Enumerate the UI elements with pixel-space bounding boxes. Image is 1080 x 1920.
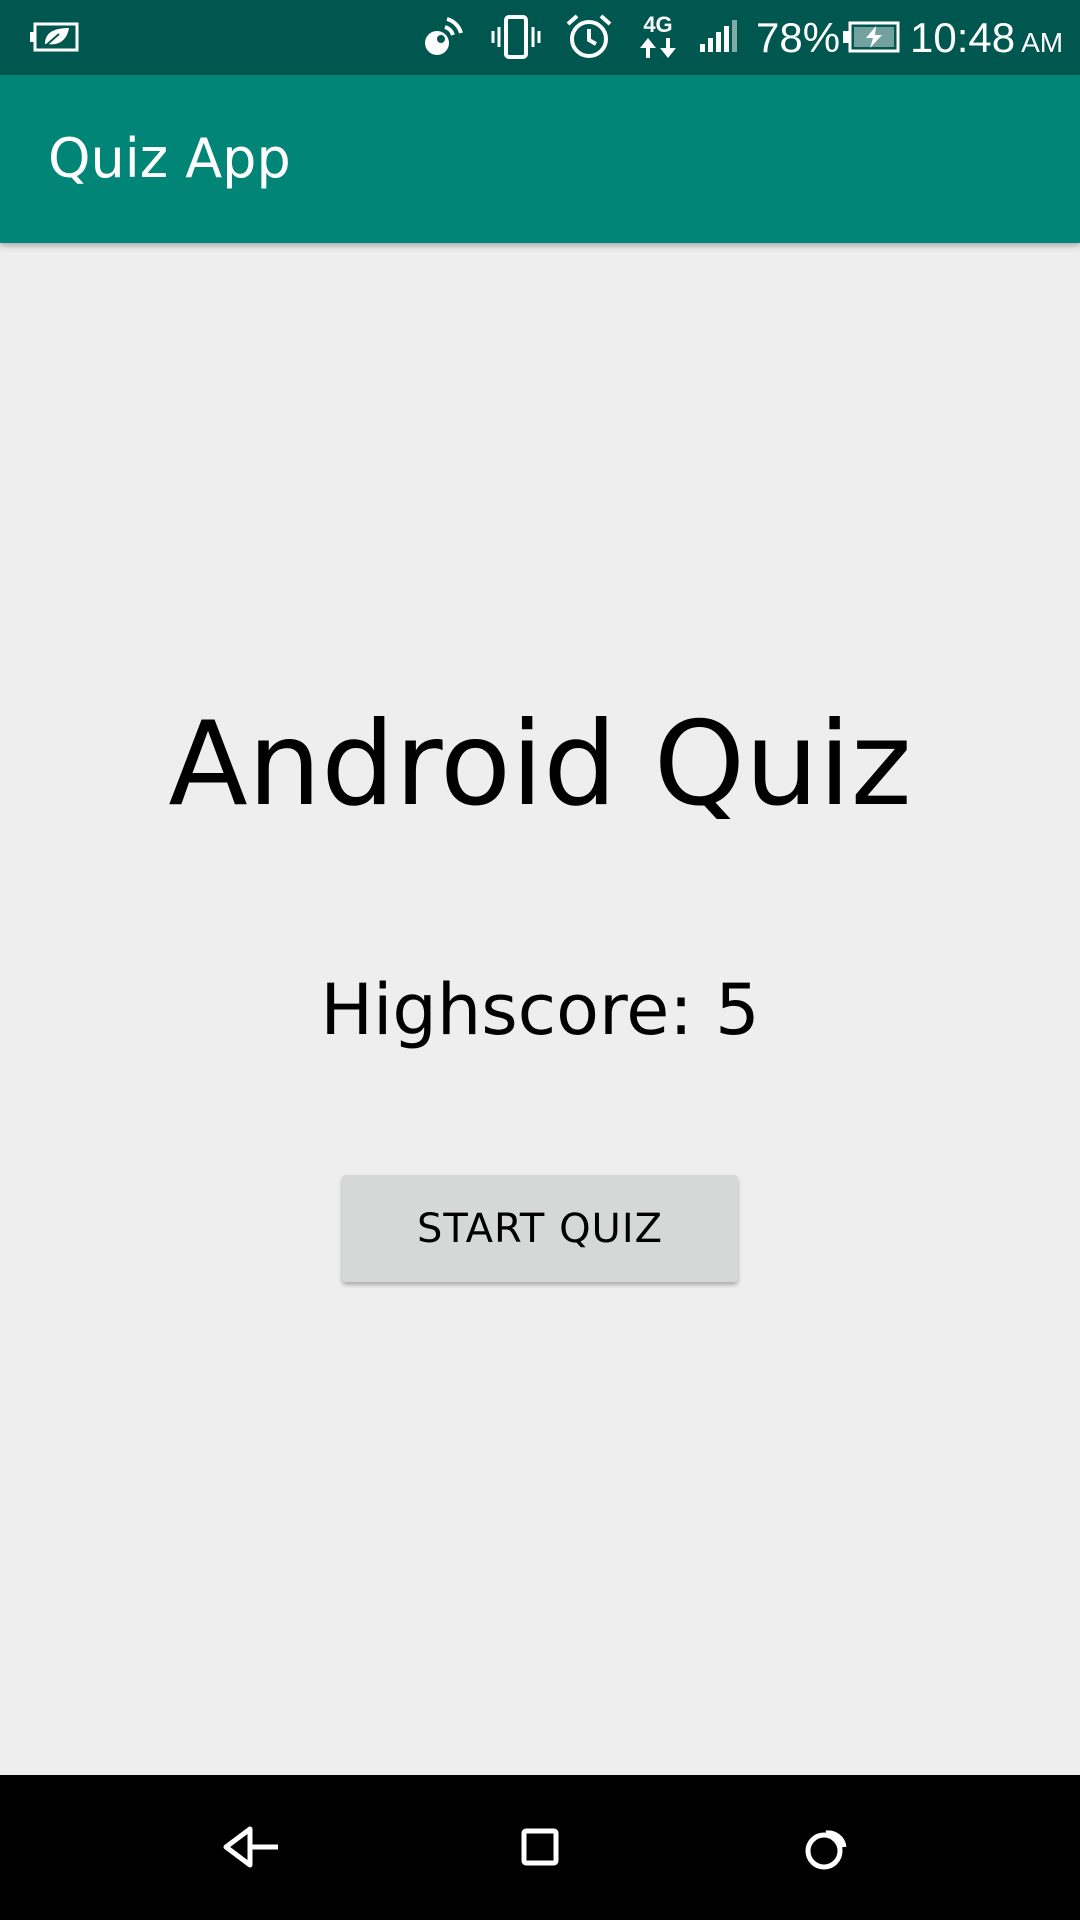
clock-time: 10:48 <box>910 14 1016 61</box>
alarm-icon <box>564 12 614 62</box>
battery-percent: 78% <box>756 14 841 61</box>
start-quiz-button[interactable]: START QUIZ <box>342 1175 738 1282</box>
highscore-label: Highscore: 5 <box>320 969 760 1051</box>
battery-charging-icon <box>842 12 900 62</box>
navigation-bar <box>0 1775 1080 1920</box>
hotspot-icon <box>418 12 468 62</box>
battery-saver-icon <box>28 12 82 62</box>
screen: 4G 78% 10:48 AM Quiz App Android Quiz Hi… <box>0 0 1080 1920</box>
back-button[interactable] <box>202 1797 302 1897</box>
data-4g-icon: 4G <box>636 12 680 62</box>
recents-button[interactable] <box>778 1797 878 1897</box>
home-icon <box>521 1828 559 1866</box>
quiz-heading: Android Quiz <box>168 697 912 832</box>
status-bar: 4G 78% 10:48 AM <box>0 0 1080 75</box>
recents-icon <box>805 1830 847 1870</box>
app-title: Quiz App <box>48 127 291 190</box>
app-bar: Quiz App <box>0 75 1080 243</box>
home-button[interactable] <box>490 1797 590 1897</box>
clock: 10:48 AM <box>910 10 1063 66</box>
back-icon <box>223 1826 278 1868</box>
vibrate-icon <box>490 12 542 62</box>
signal-icon <box>698 12 744 62</box>
clock-ampm: AM <box>1021 27 1064 58</box>
